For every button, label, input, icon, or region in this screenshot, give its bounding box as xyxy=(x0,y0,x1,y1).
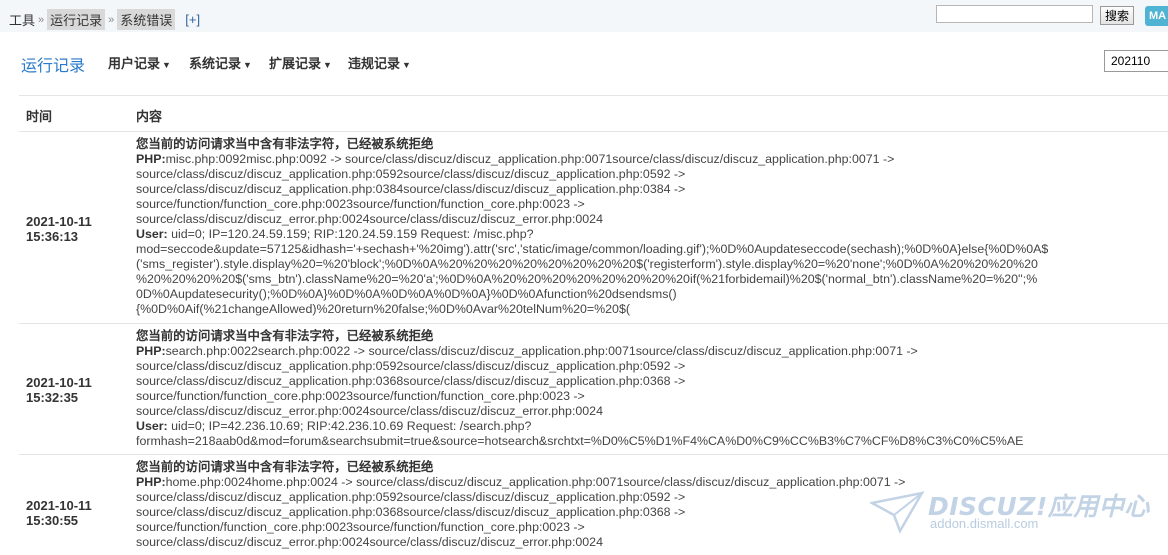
search-button[interactable]: 搜索 xyxy=(1100,6,1134,25)
user-request-line: uid=0; IP=120.24.59.159; RIP:120.24.59.1… xyxy=(167,227,534,241)
table-row: 2021-10-11 15:36:13 您当前的访问请求当中含有非法字符，已经被… xyxy=(19,132,1168,324)
column-header-content: 内容 xyxy=(136,109,163,124)
php-trace-line: misc.php:0092misc.php:0092 -> source/cla… xyxy=(165,152,895,166)
php-trace-line: source/class/discuz/discuz_application.p… xyxy=(136,374,686,388)
php-trace-line: source/class/discuz/discuz_application.p… xyxy=(136,182,686,196)
php-trace-line: search.php:0022search.php:0022 -> source… xyxy=(165,344,918,358)
user-label: User: xyxy=(136,419,168,433)
php-label: PHP: xyxy=(136,152,166,166)
caret-down-icon: ▼ xyxy=(323,60,332,70)
user-request-line: 0D%0Aupdatesecurity();%0D%0A}%0D%0A%0D%0… xyxy=(136,287,677,301)
nav-item-system-log[interactable]: 系统记录 ▼ xyxy=(189,53,252,72)
search-input[interactable] xyxy=(936,5,1093,23)
top-bar: 工具 » 运行记录 » 系统错误 [+] 搜索 MA xyxy=(0,0,1168,32)
log-date: 2021-10-11 xyxy=(26,375,92,390)
watermark-url: addon.dismall.com xyxy=(930,516,1039,531)
nav-item-label: 违规记录 xyxy=(348,56,401,71)
nav-item-label: 用户记录 xyxy=(108,56,161,71)
nav-item-user-log[interactable]: 用户记录 ▼ xyxy=(108,53,171,72)
user-request-line: formhash=218aab0d&mod=forum&searchsubmit… xyxy=(136,434,1024,448)
log-message: 您当前的访问请求当中含有非法字符，已经被系统拒绝 xyxy=(136,329,434,343)
caret-down-icon: ▼ xyxy=(162,60,171,70)
log-time: 2021-10-11 15:30:55 xyxy=(26,498,92,528)
php-trace-line: source/function/function_core.php:0023so… xyxy=(136,197,585,211)
breadcrumb-item-tools[interactable]: 工具 xyxy=(9,10,35,29)
user-request-line: {%0D%0Aif(%21changeAllowed)%20return%20f… xyxy=(136,302,630,316)
breadcrumb-separator-icon: » xyxy=(38,13,45,26)
nav-item-violation-log[interactable]: 违规记录 ▼ xyxy=(348,53,411,72)
nav-item-label: 扩展记录 xyxy=(269,56,322,71)
breadcrumb-separator-icon: » xyxy=(108,13,115,26)
log-message: 您当前的访问请求当中含有非法字符，已经被系统拒绝 xyxy=(136,460,434,474)
sub-nav: 运行记录 用户记录 ▼ 系统记录 ▼ 扩展记录 ▼ 违规记录 ▼ xyxy=(0,44,1168,78)
nav-item-label: 系统记录 xyxy=(189,56,242,71)
discuz-watermark: DISCUZ!应用中心 addon.dismall.com xyxy=(870,485,1160,545)
add-shortcut-button[interactable]: [+] xyxy=(185,12,200,27)
page-title: 运行记录 xyxy=(21,58,86,75)
breadcrumb: 工具 » 运行记录 » 系统错误 [+] xyxy=(9,9,200,30)
nav-item-extension-log[interactable]: 扩展记录 ▼ xyxy=(269,53,332,72)
breadcrumb-item-run-log[interactable]: 运行记录 xyxy=(47,9,106,30)
admin-menu-badge[interactable]: MA xyxy=(1145,6,1168,26)
column-header-time: 时间 xyxy=(26,109,53,124)
user-label: User: xyxy=(136,227,168,241)
log-content: 您当前的访问请求当中含有非法字符，已经被系统拒绝 PHP:misc.php:00… xyxy=(136,137,1166,317)
caret-down-icon: ▼ xyxy=(402,60,411,70)
php-trace-line: source/function/function_core.php:0023so… xyxy=(136,389,585,403)
php-trace-line: source/class/discuz/discuz_error.php:002… xyxy=(136,212,603,226)
php-trace-line: source/class/discuz/discuz_application.p… xyxy=(136,359,686,373)
log-clock: 15:30:55 xyxy=(26,513,79,528)
caret-down-icon: ▼ xyxy=(243,60,252,70)
breadcrumb-item-system-error: 系统错误 xyxy=(117,9,176,30)
log-clock: 15:32:35 xyxy=(26,390,79,405)
user-request-line: uid=0; IP=42.236.10.69; RIP:42.236.10.69… xyxy=(167,419,532,433)
user-request-line: mod=seccode&update=57125&idhash='+sechas… xyxy=(136,242,1049,256)
user-request-line: ('sms_register').style.display%20=%20'bl… xyxy=(136,257,1038,271)
php-label: PHP: xyxy=(136,344,166,358)
log-time: 2021-10-11 15:32:35 xyxy=(26,375,92,405)
php-trace-line: source/class/discuz/discuz_application.p… xyxy=(136,167,686,181)
table-row: 2021-10-11 15:32:35 您当前的访问请求当中含有非法字符，已经被… xyxy=(19,324,1168,455)
paper-plane-icon xyxy=(870,491,925,534)
log-date: 2021-10-11 xyxy=(26,498,92,513)
month-select[interactable]: 202110 xyxy=(1104,50,1168,72)
log-date: 2021-10-11 xyxy=(26,214,92,229)
log-time: 2021-10-11 15:36:13 xyxy=(26,214,92,244)
php-label: PHP: xyxy=(136,475,166,489)
user-request-line: %20%20%20%20$('sms_btn').className%20=%2… xyxy=(136,272,1038,286)
php-trace-line: home.php:0024home.php:0024 -> source/cla… xyxy=(165,475,906,489)
log-clock: 15:36:13 xyxy=(26,229,79,244)
log-content: 您当前的访问请求当中含有非法字符，已经被系统拒绝 PHP:search.php:… xyxy=(136,329,1166,449)
log-message: 您当前的访问请求当中含有非法字符，已经被系统拒绝 xyxy=(136,137,434,151)
table-header: 时间 内容 xyxy=(19,95,1168,132)
php-trace-line: source/class/discuz/discuz_error.php:002… xyxy=(136,404,603,418)
